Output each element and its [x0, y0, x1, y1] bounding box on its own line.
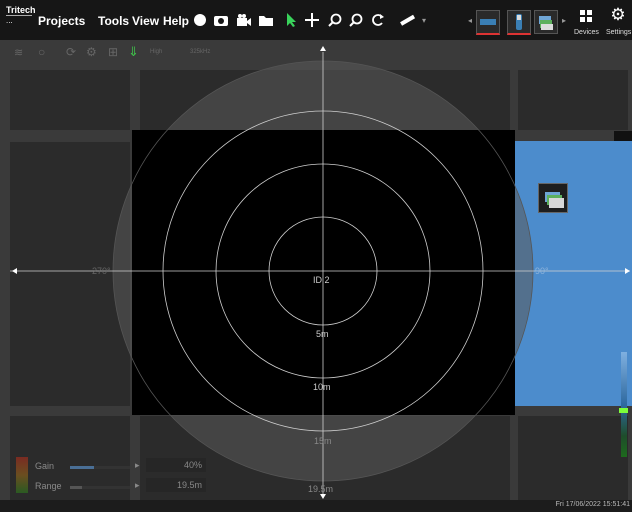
video-camera-icon[interactable] [235, 10, 253, 30]
menu-help[interactable]: Help [163, 14, 189, 28]
menu-tools[interactable]: Tools [98, 14, 129, 28]
bearing-label-right: 90° [535, 266, 549, 276]
gain-slider-fill [70, 466, 94, 469]
range-increase-arrow[interactable]: ▸ [135, 480, 140, 491]
logo-mark: ... [6, 15, 32, 25]
signal-level-marker [619, 408, 628, 413]
frequency-value-label[interactable]: 325kHz [190, 49, 210, 55]
devices-label[interactable]: Devices [574, 29, 599, 36]
chevron-down-icon[interactable]: ▾ [420, 10, 428, 30]
status-clock: Fri 17/06/2022 15:51:41 [555, 501, 630, 508]
chevron-right-icon[interactable]: ▸ [561, 10, 567, 30]
range-label: Range [35, 481, 62, 491]
menu-projects[interactable]: Projects [38, 14, 85, 28]
gain-increase-arrow[interactable]: ▸ [135, 460, 140, 471]
folder-icon[interactable] [257, 10, 275, 30]
select-pointer-icon[interactable] [284, 10, 298, 30]
settings-gear-icon[interactable]: ⚙ [608, 5, 628, 25]
gain-value[interactable]: 40% [146, 458, 206, 472]
rotate-icon[interactable] [370, 10, 386, 30]
secondary-toolbar: ≋ ○ ⟳ ⚙ ⊞ ⇓ High 325kHz [0, 40, 240, 70]
settings-label[interactable]: Settings [606, 29, 631, 36]
gain-slider[interactable] [70, 466, 130, 469]
pan-down-arrow[interactable] [320, 494, 326, 499]
sonar-id-label: ID 2 [313, 275, 330, 285]
pan-left-arrow[interactable] [12, 268, 17, 274]
wifi-icon[interactable]: ≋ [14, 46, 23, 59]
device-sonar-icon[interactable] [476, 10, 500, 35]
range-slider-fill [70, 486, 82, 489]
zoom-in-icon[interactable] [327, 10, 343, 30]
range-label-10m: 10m [313, 382, 331, 392]
range-slider[interactable] [70, 486, 130, 489]
download-icon[interactable]: ⇓ [128, 44, 139, 60]
refresh-circle-icon[interactable]: ○ [38, 45, 45, 59]
menu-view[interactable]: View [132, 14, 159, 28]
tritech-logo: Tritech ... [6, 5, 36, 33]
camera-icon[interactable] [212, 10, 230, 30]
range-label-15m: 15m [314, 436, 332, 446]
gain-color-bar [16, 457, 28, 493]
chevron-left-icon[interactable]: ◂ [466, 10, 474, 30]
measure-ruler-icon[interactable] [397, 10, 419, 30]
status-bar: Fri 17/06/2022 15:51:41 [0, 500, 632, 512]
device-sensor-icon[interactable] [507, 10, 531, 35]
logo-title: Tritech [6, 5, 36, 15]
range-label-max: 19.5m [308, 484, 334, 494]
user-settings-icon[interactable]: ⚙ [86, 45, 97, 59]
zoom-out-icon[interactable] [348, 10, 364, 30]
pan-up-arrow[interactable] [320, 46, 326, 51]
devices-grid-icon[interactable] [577, 6, 595, 26]
gain-label: Gain [35, 461, 55, 471]
frequency-high-label[interactable]: High [150, 49, 162, 55]
range-value[interactable]: 19.5m [146, 478, 206, 492]
pan-right-arrow[interactable] [625, 268, 630, 274]
pan-move-icon[interactable] [303, 10, 321, 30]
range-label-5m: 5m [316, 329, 329, 339]
grid-icon[interactable]: ⊞ [108, 45, 118, 59]
bearing-label-left: 270° [92, 266, 111, 276]
signal-meter [621, 352, 627, 457]
device-layers-icon[interactable] [534, 10, 558, 34]
side-tab[interactable] [614, 131, 632, 141]
sync-icon[interactable]: ⟳ [66, 45, 76, 59]
record-circle-icon[interactable] [192, 10, 208, 30]
top-toolbar: Tritech ... Projects Tools View Help ▾ ◂ [0, 0, 632, 40]
